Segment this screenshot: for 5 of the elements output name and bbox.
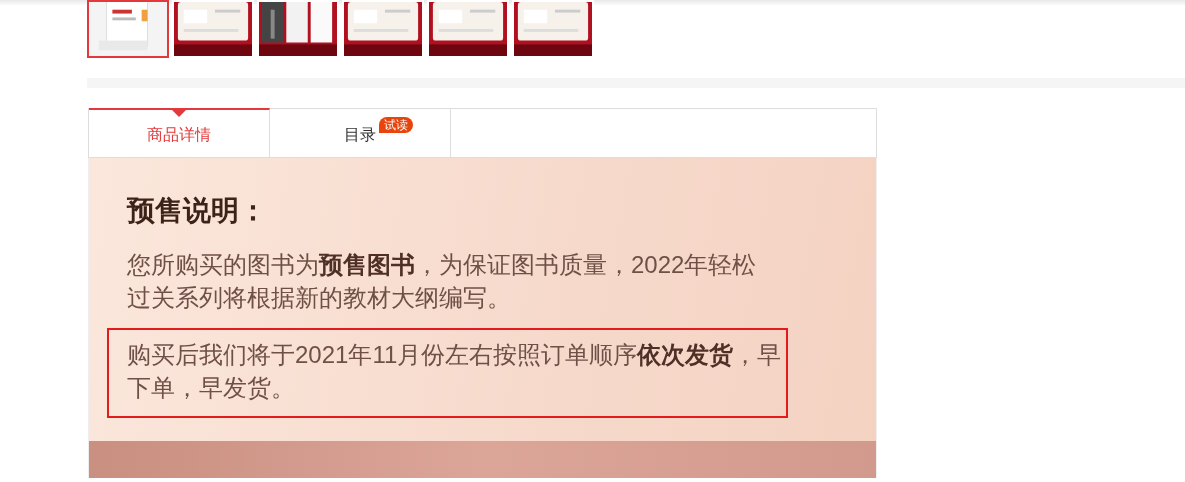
tab[interactable]: 商品详情 bbox=[89, 108, 270, 157]
notice-paragraph: 您所购买的图书为预售图书，为保证图书质量，2022年轻松过关系列将根据新的教材大纲编写。 bbox=[127, 249, 758, 313]
notice-title: 预售说明： bbox=[127, 194, 268, 228]
trial-badge: 试读 bbox=[379, 117, 413, 133]
highlighted-paragraph: 购买后我们将于2021年11月份左右按照订单顺序依次发货，早下单，早发货。 bbox=[107, 327, 788, 418]
